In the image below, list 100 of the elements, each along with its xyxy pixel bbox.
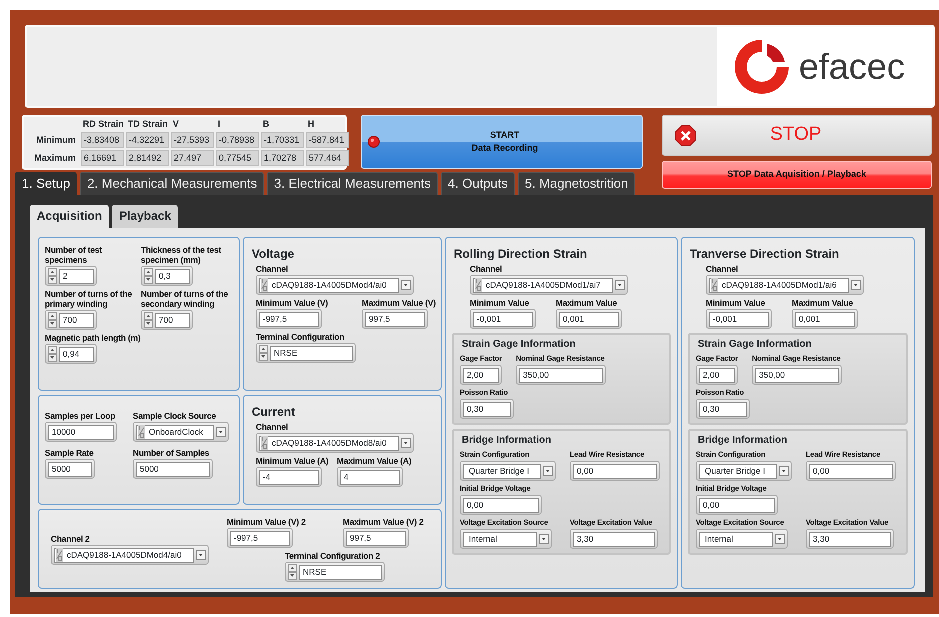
dropdown-field[interactable]: cDAQ9188-1A4005DMod4/ai0 <box>51 545 209 565</box>
text-field[interactable]: 2,00 <box>696 365 738 385</box>
tab[interactable]: Playback <box>112 205 178 228</box>
io-icon <box>711 278 718 292</box>
field-label: Sample Rate <box>45 448 95 458</box>
tab[interactable]: 3. Electrical Measurements <box>267 172 438 195</box>
io-icon <box>261 436 268 450</box>
dropdown-field[interactable]: Internal <box>460 529 552 549</box>
dropdown-button[interactable] <box>851 280 861 290</box>
text-field[interactable]: -997,5 <box>227 528 293 548</box>
dropdown-button[interactable] <box>401 438 411 448</box>
spin-buttons[interactable] <box>48 312 57 328</box>
stats-cell: 27,497 <box>171 150 214 166</box>
stop-icon <box>675 124 697 146</box>
spin-buttons[interactable] <box>259 345 268 361</box>
stats-cell: 6,16691 <box>81 150 124 166</box>
io-icon <box>475 278 482 292</box>
row-header: Maximum <box>33 152 77 165</box>
io-icon <box>261 278 268 292</box>
text-field[interactable]: -0,001 <box>470 309 536 329</box>
field-label: Minimum Value <box>470 298 530 308</box>
column-header: V <box>172 119 180 130</box>
numeric-field[interactable]: 0,3 <box>141 266 193 286</box>
logo-text: efacec <box>799 48 906 84</box>
stats-cell: -27,5393 <box>171 132 214 148</box>
stop-acquisition-button[interactable]: STOP Data Aquisition / Playback <box>662 161 932 189</box>
text-field[interactable]: -0,001 <box>706 309 772 329</box>
dropdown-button[interactable] <box>775 534 785 544</box>
text-field[interactable]: 5000 <box>133 459 213 479</box>
text-field[interactable]: 2,00 <box>460 365 502 385</box>
start-button[interactable]: START Data Recording <box>361 115 643 169</box>
panel-title: Tranverse Direction Strain <box>690 247 840 261</box>
text-field[interactable]: 0,30 <box>460 399 514 419</box>
field-label: Maximum Value <box>792 298 854 308</box>
field-label: Number of turns of the secondary winding <box>141 289 230 309</box>
numeric-field[interactable]: 2 <box>45 266 97 286</box>
tab[interactable]: 4. Outputs <box>441 172 516 195</box>
text-field[interactable]: 0,00 <box>806 461 896 481</box>
dropdown-button[interactable] <box>779 466 789 476</box>
dropdown-field[interactable]: Quarter Bridge I <box>696 461 792 481</box>
field-label: Samples per Loop <box>45 411 116 421</box>
numeric-field[interactable]: 0,94 <box>45 344 97 364</box>
dropdown-field[interactable]: cDAQ9188-1A4005DMod8/ai0 <box>256 433 414 453</box>
text-field[interactable]: 0,00 <box>460 495 542 515</box>
dropdown-field[interactable]: cDAQ9188-1A4005DMod4/ai0 <box>256 275 414 295</box>
field-label: Number of Samples <box>133 448 210 458</box>
panel-title: Voltage <box>252 247 296 261</box>
text-field[interactable]: -997,5 <box>256 309 322 329</box>
field-label: Channel <box>256 264 290 274</box>
field-label: Minimum Value (V) 2 <box>227 517 307 527</box>
dropdown-field[interactable]: OnboardClock <box>133 422 229 442</box>
text-field[interactable]: -4 <box>256 467 322 487</box>
spin-buttons[interactable] <box>48 346 57 362</box>
numeric-field[interactable]: NRSE <box>256 343 356 363</box>
spin-buttons[interactable] <box>288 564 297 580</box>
dropdown-field[interactable]: cDAQ9188-1A4005DMod1/ai6 <box>706 275 864 295</box>
text-field[interactable]: 997,5 <box>362 309 428 329</box>
text-field[interactable]: 997,5 <box>343 528 409 548</box>
io-icon <box>56 548 63 562</box>
led-icon <box>368 136 380 148</box>
dropdown-button[interactable] <box>401 280 411 290</box>
text-field[interactable]: 350,00 <box>752 365 842 385</box>
dropdown-field[interactable]: Quarter Bridge I <box>460 461 556 481</box>
tab[interactable]: 2. Mechanical Measurements <box>80 172 264 195</box>
numeric-field[interactable]: 700 <box>45 310 97 330</box>
field-label: Maximum Value (A) <box>337 456 413 466</box>
text-field[interactable]: 350,00 <box>516 365 606 385</box>
stats-cell: -0,78938 <box>216 132 259 148</box>
spin-buttons[interactable] <box>144 268 153 284</box>
numeric-field[interactable]: 700 <box>141 310 193 330</box>
tab[interactable]: Acquisition <box>30 205 110 228</box>
group-title: Strain Gage Information <box>462 339 577 351</box>
text-field[interactable]: 3,30 <box>570 529 658 549</box>
text-field[interactable]: 0,001 <box>556 309 622 329</box>
stats-cell: 1,70278 <box>261 150 304 166</box>
panel-title: Rolling Direction Strain <box>454 247 588 261</box>
dropdown-field[interactable]: Internal <box>696 529 788 549</box>
numeric-field[interactable]: NRSE <box>285 562 385 582</box>
field-label: Magnetic path length (m) <box>45 333 142 343</box>
text-field[interactable]: 0,001 <box>792 309 858 329</box>
text-field[interactable]: 0,00 <box>570 461 660 481</box>
field-label: Number of turns of the primary winding <box>45 289 134 309</box>
tab[interactable]: 5. Magnetostrition <box>518 172 636 195</box>
text-field[interactable]: 0,00 <box>696 495 778 515</box>
spin-buttons[interactable] <box>48 268 57 284</box>
text-field[interactable]: 10000 <box>45 422 117 442</box>
field-label: Channel 2 <box>51 534 91 544</box>
text-field[interactable]: 0,30 <box>696 399 750 419</box>
dropdown-button[interactable] <box>196 550 206 560</box>
tab[interactable]: 1. Setup <box>15 172 78 195</box>
field-label: Sample Clock Source <box>133 411 218 421</box>
spin-buttons[interactable] <box>144 312 153 328</box>
dropdown-field[interactable]: cDAQ9188-1A4005DMod1/ai7 <box>470 275 628 295</box>
text-field[interactable]: 5000 <box>45 459 95 479</box>
dropdown-button[interactable] <box>543 466 553 476</box>
text-field[interactable]: 3,30 <box>806 529 894 549</box>
text-field[interactable]: 4 <box>337 467 404 487</box>
dropdown-button[interactable] <box>539 534 549 544</box>
dropdown-button[interactable] <box>615 280 625 290</box>
dropdown-button[interactable] <box>216 427 226 437</box>
